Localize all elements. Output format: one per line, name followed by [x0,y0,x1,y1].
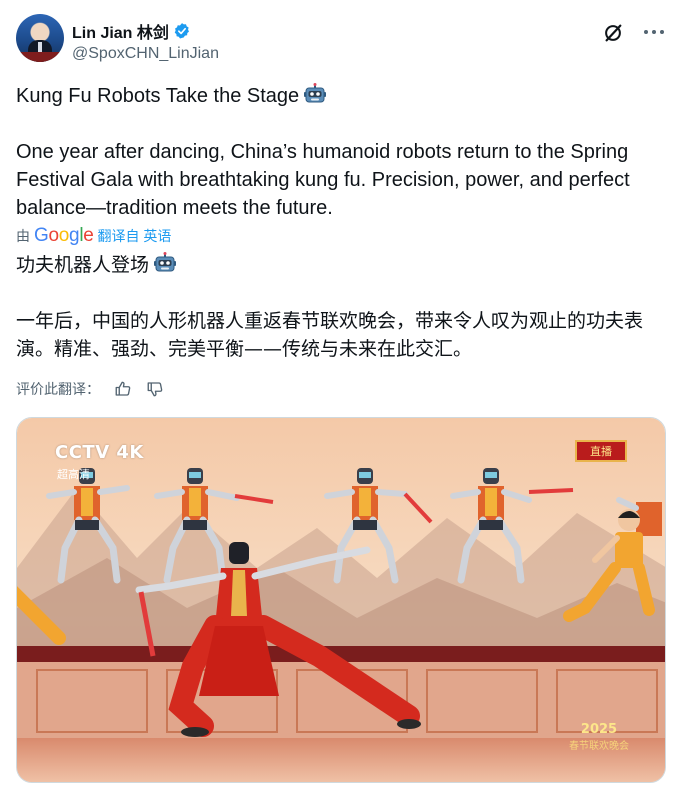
translated-title-line: 功夫机器人登场 [16,251,666,279]
translated-from-link[interactable]: 翻译自 英语 [98,226,172,246]
gala-name: 春节联欢晚会 [569,741,629,752]
translated-body: 一年后，中国的人形机器人重返春节联欢晚会，带来令人叹为观止的功夫表演。精准、强劲… [16,310,644,360]
robot-face-icon [154,252,177,272]
avatar-desk [16,52,64,62]
tweet-body: One year after dancing, China’s humanoid… [16,141,630,219]
more-dot [644,30,648,34]
thumbs-down-icon[interactable] [146,380,164,398]
tweet-header: Lin Jian 林剑 @SpoxCHN_LinJian [16,14,666,70]
robot-face-icon [304,83,327,103]
grok-icon[interactable] [602,22,624,44]
tweet-title-line: Kung Fu Robots Take the Stage [16,82,656,110]
tweet-text: Kung Fu Robots Take the Stage One year a… [16,82,656,222]
author-display-name[interactable]: Lin Jian 林剑 [72,19,169,43]
tweet-blank-line [16,110,656,138]
translated-blank-line [16,279,666,307]
author-name-row[interactable]: Lin Jian 林剑 [72,20,191,42]
cctv-channel-subtitle: 超高清 [57,468,90,481]
more-dot [660,30,664,34]
tweet-title: Kung Fu Robots Take the Stage [16,85,300,107]
video-media[interactable]: CCTV 4K 超高清 直播 2025 春节联欢晚会 [16,417,666,783]
more-options-icon[interactable] [644,30,664,36]
verified-badge-icon [174,23,189,39]
google-logo: Google [34,225,94,246]
translated-text: 功夫机器人登场 一年后，中国的人形机器人重返春节联欢晚会，带来令人叹为观止的功夫… [16,251,666,363]
live-badge: 直播 [575,440,627,462]
translated-title: 功夫机器人登场 [16,254,150,276]
gala-watermark: 2025 春节联欢晚会 [569,722,629,752]
more-dot [652,30,656,34]
translated-by-row: 由 Google 翻译自 英语 [16,225,171,247]
cctv-channel-logo: CCTV 4K [55,442,144,463]
rate-translation-row: 评价此翻译： [16,378,164,400]
author-handle[interactable]: @SpoxCHN_LinJian [72,45,219,63]
thumbs-up-icon[interactable] [114,380,132,398]
rate-translation-label: 评价此翻译： [16,382,100,398]
author-avatar[interactable] [16,14,64,62]
gala-year: 2025 [580,722,618,737]
translated-by-prefix: 由 [16,228,30,244]
